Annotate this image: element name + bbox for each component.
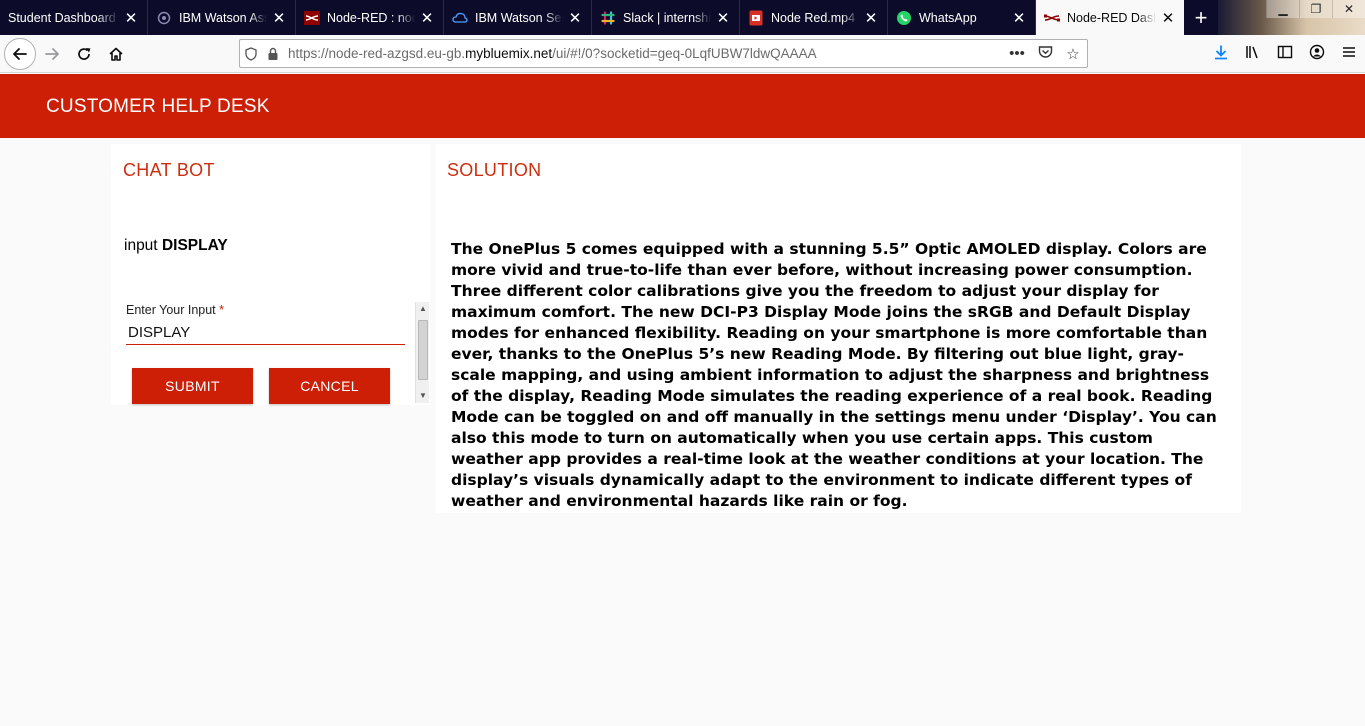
forward-button[interactable] [36, 38, 68, 70]
input-echo-text: input DISPLAY [124, 237, 228, 255]
tab-ibm-watson-assistant[interactable]: IBM Watson Assistant ✕ [148, 0, 296, 35]
downloads-icon[interactable] [1205, 44, 1237, 64]
tab-title: IBM Watson Assistant [179, 10, 267, 25]
lock-icon[interactable] [262, 47, 284, 61]
forward-arrow-icon [45, 47, 59, 60]
tab-node-red-video[interactable]: Node Red.mp4 - Google Drive ✕ [740, 0, 888, 35]
account-icon[interactable] [1301, 44, 1333, 64]
restore-icon[interactable]: ❐ [1299, 0, 1332, 18]
input-field-label: Enter Your Input * [126, 303, 224, 317]
tab-whatsapp[interactable]: WhatsApp ✕ [888, 0, 1036, 35]
tab-title: IBM Watson Services [475, 10, 563, 25]
close-icon[interactable]: ✕ [1011, 9, 1027, 27]
tab-title: Node-RED : node-red [327, 10, 415, 25]
sidebar-icon[interactable] [1269, 44, 1301, 64]
close-icon[interactable]: ✕ [123, 9, 139, 27]
tab-node-red-dashboard[interactable]: Node-RED Dashboard ✕ [1036, 0, 1184, 35]
library-icon[interactable] [1237, 44, 1269, 64]
slack-icon [600, 10, 616, 26]
pocket-icon[interactable] [1031, 45, 1059, 63]
close-icon[interactable]: ✕ [271, 9, 287, 27]
bookmark-star-icon[interactable]: ☆ [1059, 45, 1087, 63]
menu-icon[interactable] [1333, 44, 1365, 64]
scroll-up-icon[interactable]: ▲ [416, 302, 430, 316]
new-tab-button[interactable]: + [1184, 0, 1218, 35]
input-echo-prefix: input [124, 237, 158, 254]
tab-student-dashboard[interactable]: Student Dashboard ✕ [0, 0, 148, 35]
chat-bot-title: CHAT BOT [123, 160, 215, 180]
ibm-cloud-icon [452, 10, 468, 26]
page-title: CUSTOMER HELP DESK [46, 96, 270, 117]
tab-title: Slack | internship [623, 10, 711, 25]
chat-scrollbar[interactable]: ▲ ▼ [415, 302, 429, 403]
tab-slack[interactable]: Slack | internship ✕ [592, 0, 740, 35]
reload-button[interactable] [68, 38, 100, 70]
close-icon[interactable]: ✕ [863, 9, 879, 27]
submit-button[interactable]: SUBMIT [132, 368, 253, 404]
solution-text: The OnePlus 5 comes equipped with a stun… [451, 240, 1217, 510]
solution-title: SOLUTION [447, 160, 542, 180]
whatsapp-icon [896, 10, 912, 26]
tab-title: Node Red.mp4 - Google Drive [771, 10, 859, 25]
url-host: mybluemix.net [465, 46, 553, 61]
tab-title: WhatsApp [919, 10, 977, 25]
home-icon [109, 47, 123, 61]
watson-assistant-icon [156, 10, 172, 26]
url-text[interactable]: https://node-red-azgsd.eu-gb.mybluemix.n… [284, 46, 1003, 61]
input-label-text: Enter Your Input [126, 303, 216, 317]
navigation-bar: https://node-red-azgsd.eu-gb.mybluemix.n… [0, 35, 1365, 73]
node-red-icon [304, 10, 320, 26]
input-echo-value: DISPLAY [161, 237, 228, 254]
required-mark: * [219, 303, 225, 317]
back-button[interactable] [4, 37, 36, 70]
chat-bot-card: CHAT BOT input DISPLAY Enter Your Input … [111, 144, 430, 405]
chat-input-field[interactable] [126, 321, 405, 345]
cancel-button[interactable]: CANCEL [269, 368, 390, 404]
tabstrip-background: ▁ ❐ ✕ [1218, 0, 1365, 35]
close-icon[interactable]: ✕ [567, 9, 583, 27]
close-icon[interactable]: ✕ [715, 9, 731, 27]
tab-node-red-editor[interactable]: Node-RED : node-red ✕ [296, 0, 444, 35]
tab-title: Student Dashboard [8, 10, 116, 25]
close-icon[interactable]: ✕ [419, 9, 435, 27]
scroll-down-icon[interactable]: ▼ [416, 389, 430, 403]
solution-card: SOLUTION The OnePlus 5 comes equipped wi… [435, 144, 1241, 513]
page-actions-icon[interactable]: ••• [1003, 45, 1031, 63]
url-prefix: https://node-red-azgsd.eu-gb. [288, 46, 466, 61]
home-button[interactable] [100, 38, 132, 70]
dashboard-header: CUSTOMER HELP DESK [0, 74, 1365, 138]
window-controls: ▁ ❐ ✕ [1266, 0, 1365, 18]
shield-icon[interactable] [240, 46, 262, 61]
close-window-icon[interactable]: ✕ [1332, 0, 1365, 18]
video-file-icon [748, 10, 764, 26]
minimize-icon[interactable]: ▁ [1266, 0, 1299, 18]
tab-ibm-watson-services[interactable]: IBM Watson Services ✕ [444, 0, 592, 35]
reload-icon [78, 47, 91, 60]
node-red-icon [1044, 10, 1060, 26]
back-arrow-icon [13, 47, 27, 60]
close-icon[interactable]: ✕ [1160, 9, 1176, 27]
address-bar[interactable]: https://node-red-azgsd.eu-gb.mybluemix.n… [239, 39, 1088, 68]
scroll-thumb[interactable] [418, 320, 428, 380]
tab-strip: Student Dashboard ✕ IBM Watson Assistant… [0, 0, 1365, 35]
url-path: /ui/#!/0?socketid=geq-0LqfUBW7ldwQAAAA [552, 46, 817, 61]
tab-title: Node-RED Dashboard [1067, 10, 1156, 25]
